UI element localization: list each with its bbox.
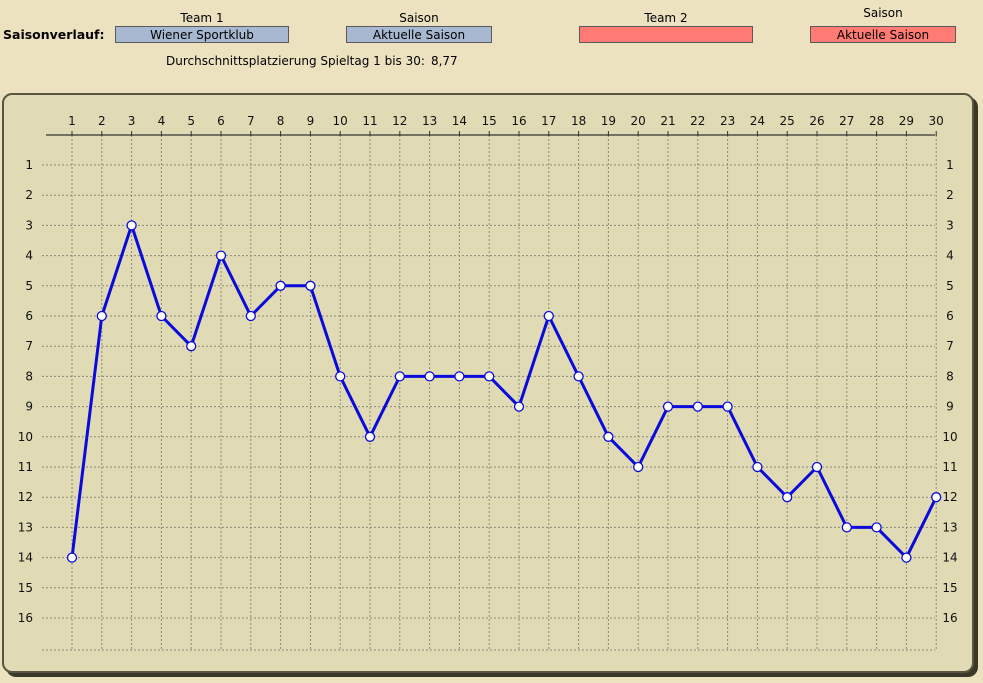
x-tick-label: 25	[780, 114, 795, 128]
y-tick-label-right: 7	[946, 339, 954, 353]
data-point	[394, 371, 405, 382]
x-tick-label: 3	[128, 114, 136, 128]
data-point	[275, 280, 286, 291]
x-tick-label: 6	[217, 114, 225, 128]
data-point	[156, 310, 167, 322]
data-point	[662, 401, 674, 412]
data-point	[245, 310, 256, 322]
x-tick-label: 17	[541, 114, 556, 128]
y-tick-label-left: 11	[18, 460, 33, 474]
y-tick-label-right: 11	[942, 460, 957, 474]
y-tick-label-right: 1	[946, 158, 954, 172]
y-tick-label-right: 8	[946, 369, 954, 383]
x-tick-label: 30	[929, 114, 944, 128]
y-tick-label-right: 14	[942, 551, 957, 565]
data-point	[931, 492, 942, 503]
y-tick-label-left: 1	[25, 158, 33, 172]
x-tick-label: 4	[158, 114, 166, 128]
x-tick-label: 13	[422, 114, 437, 128]
x-tick-label: 27	[839, 114, 854, 128]
x-tick-label: 18	[571, 114, 586, 128]
data-point	[633, 461, 644, 473]
data-point	[752, 461, 763, 473]
x-tick-label: 26	[809, 114, 824, 128]
y-tick-label-right: 16	[942, 611, 957, 625]
x-tick-label: 29	[899, 114, 914, 128]
data-point	[722, 401, 733, 412]
x-tick-label: 16	[511, 114, 526, 128]
data-point	[305, 280, 316, 291]
x-tick-label: 22	[690, 114, 705, 128]
y-tick-label-left: 3	[25, 218, 33, 232]
data-point	[692, 401, 703, 412]
data-point	[454, 371, 465, 382]
data-point	[841, 522, 852, 533]
x-tick-label: 5	[187, 114, 195, 128]
data-point	[126, 220, 137, 231]
y-tick-label-left: 13	[18, 520, 33, 534]
data-point	[573, 371, 584, 382]
data-point	[782, 492, 793, 503]
series-line	[70, 223, 938, 560]
y-tick-label-left: 16	[18, 611, 33, 625]
data-point	[215, 250, 227, 261]
x-tick-label: 7	[247, 114, 255, 128]
x-tick-label: 24	[750, 114, 765, 128]
data-point	[364, 431, 376, 442]
x-tick-label: 28	[869, 114, 884, 128]
x-tick-label: 10	[333, 114, 348, 128]
data-point	[424, 371, 435, 382]
y-tick-label-left: 5	[25, 279, 33, 293]
data-point	[871, 522, 882, 533]
data-point	[811, 461, 823, 473]
y-tick-label-right: 2	[946, 188, 954, 202]
y-tick-label-right: 6	[946, 309, 954, 323]
x-tick-label: 23	[720, 114, 735, 128]
data-point	[513, 401, 525, 412]
data-point	[543, 310, 554, 322]
y-tick-label-right: 10	[942, 430, 957, 444]
y-tick-label-right: 13	[942, 520, 957, 534]
y-tick-label-left: 15	[18, 581, 33, 595]
data-point	[186, 341, 197, 352]
data-point	[96, 310, 107, 322]
x-tick-label: 1	[68, 114, 76, 128]
x-tick-label: 21	[660, 114, 675, 128]
data-point	[484, 371, 495, 382]
y-tick-label-left: 8	[25, 369, 33, 383]
y-tick-label-right: 5	[946, 279, 954, 293]
y-tick-label-left: 7	[25, 339, 33, 353]
season-chart: 1 2 3 4 5 6 7 8 9 10 11 12 13 14 15 16 17 18 19 20 21 22 23 24 2…	[18, 114, 958, 651]
y-tick-label-left: 14	[18, 551, 33, 565]
data-point	[66, 552, 78, 563]
x-tick-label: 9	[307, 114, 315, 128]
y-tick-label-right: 4	[946, 249, 954, 263]
x-tick-label: 12	[392, 114, 407, 128]
x-tick-label: 20	[631, 114, 646, 128]
data-point	[603, 431, 614, 442]
y-tick-label-right: 15	[942, 581, 957, 595]
x-tick-label: 19	[601, 114, 616, 128]
data-point	[335, 371, 346, 382]
y-tick-label-right: 9	[946, 400, 954, 414]
y-tick-label-left: 6	[25, 309, 33, 323]
x-tick-label: 8	[277, 114, 285, 128]
y-tick-label-left: 10	[18, 430, 33, 444]
y-tick-label-left: 12	[18, 490, 33, 504]
y-tick-label-left: 9	[25, 400, 33, 414]
x-tick-label: 15	[482, 114, 497, 128]
data-point	[901, 552, 912, 563]
y-tick-label-left: 2	[25, 188, 33, 202]
y-tick-label-right: 12	[942, 490, 957, 504]
x-tick-label: 11	[362, 114, 377, 128]
x-tick-label: 2	[98, 114, 106, 128]
y-tick-label-left: 4	[25, 249, 33, 263]
y-tick-label-right: 3	[946, 218, 954, 232]
x-tick-label: 14	[452, 114, 467, 128]
